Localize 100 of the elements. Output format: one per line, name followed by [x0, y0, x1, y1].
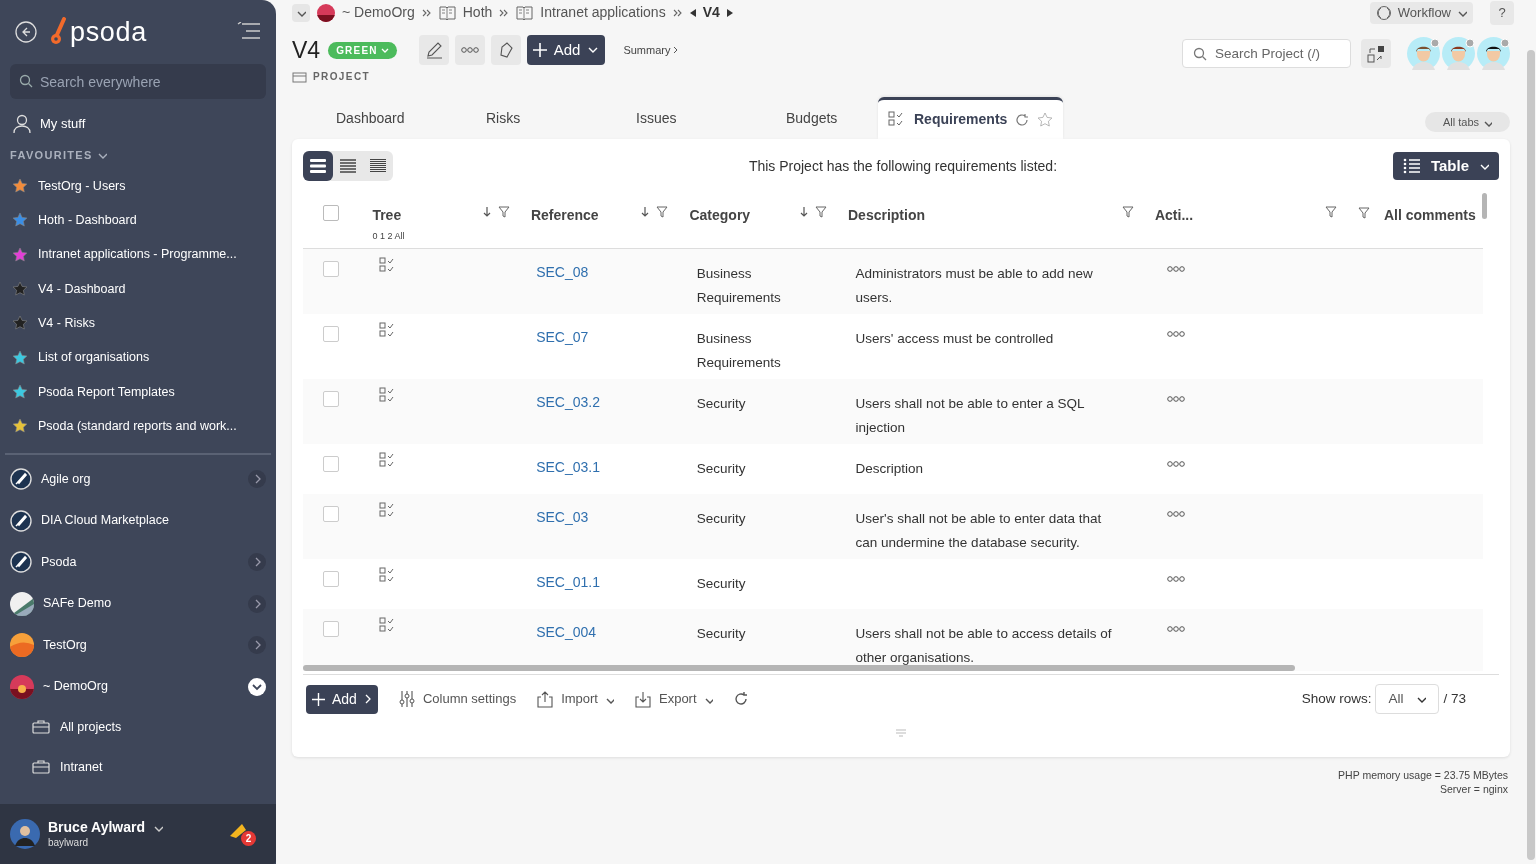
favourite-link[interactable]: V4 - Dashboard — [38, 279, 126, 299]
filter-icon[interactable] — [1358, 207, 1370, 219]
all-tabs-button[interactable]: All tabs — [1424, 112, 1510, 132]
summary-link[interactable]: Summary — [623, 41, 680, 59]
more-options-icon[interactable] — [1166, 625, 1187, 633]
column-header[interactable]: Reference — [530, 205, 599, 226]
row-checkbox[interactable] — [323, 456, 340, 472]
my-stuff-link[interactable]: My stuff — [40, 114, 86, 134]
breadcrumb-link[interactable]: Intranet applications — [540, 2, 666, 23]
horizontal-scrollbar[interactable] — [303, 665, 1295, 671]
export-button[interactable]: Export — [634, 689, 713, 709]
tab[interactable]: Dashboard — [292, 97, 442, 139]
requirement-icon[interactable] — [379, 257, 396, 273]
filter-icon[interactable] — [1325, 206, 1337, 218]
psoda-logo[interactable]: psoda — [50, 11, 147, 53]
select-all-checkbox[interactable] — [323, 205, 340, 221]
sort-icon[interactable] — [481, 206, 492, 217]
favourite-link[interactable]: List of organisations — [38, 348, 150, 367]
tab[interactable]: Issues — [592, 97, 742, 139]
organisation-link[interactable]: DIA Cloud Marketplace — [41, 511, 266, 530]
row-checkbox[interactable] — [323, 621, 340, 637]
search-project-field[interactable]: Search Project (/) — [1182, 39, 1351, 68]
user-name[interactable]: Bruce Aylward — [48, 819, 145, 837]
expand-button-icon[interactable] — [248, 553, 266, 572]
back-icon[interactable] — [14, 20, 38, 44]
requirement-icon[interactable] — [379, 617, 396, 633]
row-checkbox[interactable] — [323, 326, 340, 342]
filter-icon[interactable] — [656, 206, 669, 218]
organisation-link[interactable]: TestOrg — [43, 635, 239, 655]
collapse-button-icon[interactable] — [248, 677, 266, 696]
more-options-button[interactable] — [454, 35, 485, 65]
requirement-icon[interactable] — [379, 322, 396, 338]
requirement-icon[interactable] — [379, 452, 396, 468]
collapse-menu-icon[interactable] — [236, 22, 262, 42]
row-density-button[interactable] — [303, 151, 333, 181]
requirement-icon[interactable] — [379, 502, 396, 518]
switch-view-button[interactable] — [1361, 39, 1391, 68]
resize-handle-icon[interactable] — [895, 729, 907, 737]
more-options-icon[interactable] — [1166, 330, 1187, 338]
breadcrumb-menu-button[interactable] — [292, 3, 310, 22]
view-selector-button[interactable]: Table — [1392, 152, 1499, 180]
sort-icon[interactable] — [640, 206, 651, 217]
previous-icon[interactable] — [689, 8, 696, 17]
more-options-icon[interactable] — [1166, 265, 1187, 273]
search-field[interactable]: Search everywhere — [10, 64, 266, 99]
reference-link[interactable]: SEC_01.1 — [536, 574, 600, 590]
project-folder-link[interactable]: All projects — [60, 718, 122, 737]
organisation-link[interactable]: Agile org — [41, 469, 239, 489]
column-header[interactable]: Category — [689, 205, 751, 226]
tab[interactable]: Requirements — [878, 97, 1064, 139]
filter-icon[interactable] — [1121, 206, 1134, 218]
organisation-link[interactable]: ~ DemoOrg — [43, 677, 239, 696]
watch-button[interactable] — [490, 35, 521, 65]
page-scrollbar[interactable] — [1527, 50, 1535, 860]
more-options-icon[interactable] — [1166, 460, 1187, 468]
organisation-link[interactable]: Psoda — [41, 552, 239, 572]
tree-level-selector[interactable]: 0 1 2 All — [372, 230, 405, 244]
help-button[interactable]: ? — [1490, 0, 1514, 25]
reference-link[interactable]: SEC_07 — [536, 329, 589, 345]
row-checkbox[interactable] — [323, 391, 340, 407]
requirement-icon[interactable] — [379, 387, 396, 403]
favourite-link[interactable]: Hoth - Dashboard — [38, 211, 137, 230]
row-checkbox[interactable] — [323, 261, 340, 277]
favourites-heading[interactable]: FAVOURITES — [10, 146, 93, 164]
filter-icon[interactable] — [815, 206, 827, 218]
edit-button[interactable] — [418, 35, 449, 65]
expand-button-icon[interactable] — [248, 594, 266, 613]
tab[interactable]: Budgets — [742, 97, 878, 139]
rows-per-page-select[interactable]: All — [1375, 684, 1440, 714]
expand-button-icon[interactable] — [248, 636, 266, 655]
reference-link[interactable]: SEC_03 — [536, 509, 589, 525]
breadcrumb-link[interactable]: V4 — [702, 2, 720, 23]
favourite-link[interactable]: V4 - Risks — [38, 313, 95, 333]
favourite-link[interactable]: Psoda Report Templates — [38, 382, 175, 402]
row-checkbox[interactable] — [323, 506, 340, 522]
more-options-icon[interactable] — [1166, 575, 1187, 583]
add-button[interactable]: Add — [526, 35, 606, 65]
breadcrumb-link[interactable]: ~ DemoOrg — [342, 2, 415, 23]
favourite-link[interactable]: Psoda (standard reports and work... — [38, 416, 237, 436]
expand-button-icon[interactable] — [248, 470, 266, 489]
more-options-icon[interactable] — [1166, 395, 1187, 403]
column-header[interactable]: Tree — [372, 205, 405, 226]
requirement-icon[interactable] — [379, 567, 396, 583]
reference-link[interactable]: SEC_08 — [536, 264, 589, 280]
favourite-link[interactable]: TestOrg - Users — [38, 176, 126, 196]
column-header[interactable]: Description — [848, 205, 925, 226]
project-folder-link[interactable]: Intranet — [60, 758, 103, 777]
reference-link[interactable]: SEC_03.1 — [536, 459, 600, 475]
filter-icon[interactable] — [497, 206, 510, 218]
column-settings-button[interactable]: Column settings — [397, 689, 517, 709]
more-options-icon[interactable] — [1166, 510, 1187, 518]
organisation-link[interactable]: SAFe Demo — [43, 594, 239, 613]
sort-icon[interactable] — [799, 206, 809, 217]
vertical-scrollbar[interactable] — [1482, 193, 1487, 219]
import-button[interactable]: Import — [536, 689, 614, 709]
tab[interactable]: Risks — [442, 97, 592, 139]
favourite-link[interactable]: Intranet applications - Programme... — [38, 245, 237, 265]
column-header[interactable]: All comments — [1384, 205, 1476, 226]
refresh-icon[interactable] — [732, 691, 749, 707]
reference-link[interactable]: SEC_03.2 — [536, 394, 600, 410]
